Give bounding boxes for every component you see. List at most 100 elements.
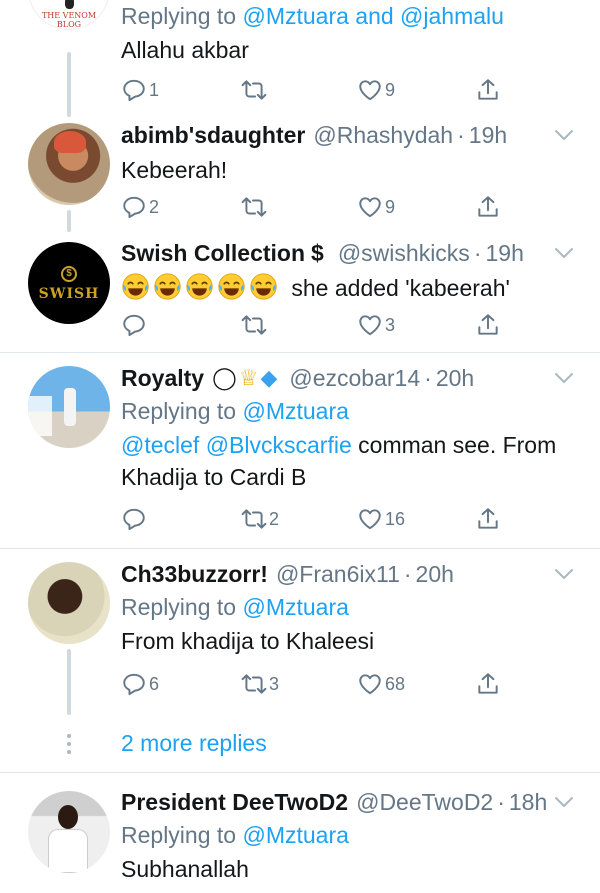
timestamp[interactable]: 19h (469, 120, 507, 150)
reply-button[interactable] (121, 312, 149, 338)
like-count: 16 (385, 508, 406, 529)
reply-icon (121, 671, 147, 697)
tweet-actions: 3 (121, 312, 541, 342)
timestamp[interactable]: 20h (436, 363, 474, 393)
heart-icon (357, 671, 383, 697)
avatar[interactable]: THE VENOM BLOG (28, 0, 110, 30)
heart-icon (357, 194, 383, 220)
dollar-coin-icon: $ (61, 266, 77, 282)
share-button[interactable] (475, 312, 501, 338)
reply-context: Replying to @Mztuara and @jahmalu (121, 3, 504, 29)
tweet-text: Subhanallah (121, 856, 249, 882)
tweet-ch33buzzorr[interactable]: Ch33buzzorr! @Fran6ix11 · 20h Replying t… (0, 549, 600, 771)
handle[interactable]: @Fran6ix11 (276, 559, 400, 589)
like-button[interactable]: 16 (357, 506, 405, 532)
more-replies-dots-icon (66, 734, 72, 758)
reply-icon (121, 312, 147, 338)
like-button[interactable]: 9 (357, 77, 395, 103)
avatar[interactable] (28, 791, 110, 873)
handle[interactable]: @swishkicks (338, 238, 470, 268)
display-name[interactable]: Royalty (121, 363, 204, 393)
reply-mention[interactable]: @Mztuara (242, 594, 348, 620)
like-button[interactable]: 68 (357, 671, 405, 697)
tweet-text: @teclef @Blvckscarfie comman see. From K… (121, 432, 557, 490)
reply-count: 2 (149, 196, 160, 217)
tweet-header: Royalty ◯ ♕ ◆ @ezcobar14 · 20h (121, 363, 475, 393)
share-icon (475, 194, 501, 220)
handle[interactable]: @DeeTwoD2 (356, 787, 493, 817)
handle[interactable]: @Rhashydah (313, 120, 453, 150)
avatar-wall (28, 396, 52, 436)
tears-of-joy-emoji-icon (217, 272, 246, 301)
retweet-button[interactable] (241, 312, 269, 338)
retweet-button[interactable] (241, 77, 269, 103)
tweet-royalty[interactable]: Royalty ◯ ♕ ◆ @ezcobar14 · 20h Replying … (0, 353, 600, 548)
retweet-button[interactable]: 3 (241, 671, 279, 697)
chevron-down-icon[interactable] (552, 565, 576, 583)
reply-mention[interactable]: @Mztuara and @jahmalu (242, 3, 503, 29)
tweet-abimbsdaughter[interactable]: abimb'sdaughter @Rhashydah · 19h Kebeera… (0, 116, 600, 234)
dollar-sign-emoji: $ (311, 240, 324, 266)
tweet-header: abimb'sdaughter @Rhashydah · 19h (121, 120, 508, 150)
reply-context: Replying to @Mztuara (121, 822, 349, 848)
retweet-button[interactable]: 2 (241, 506, 279, 532)
avatar-caption: THE VENOM BLOG (41, 11, 97, 29)
avatar-shirt (48, 829, 88, 873)
retweet-icon (241, 671, 267, 697)
tweet-venom-blog[interactable]: THE VENOM BLOG Replying to @Mztuara and … (0, 0, 600, 117)
thread-line (67, 649, 71, 715)
display-name[interactable]: President DeeTwoD2 (121, 787, 348, 817)
like-button[interactable]: 3 (357, 312, 395, 338)
share-button[interactable] (475, 671, 501, 697)
share-button[interactable] (475, 506, 501, 532)
share-icon (475, 671, 501, 697)
reply-mention[interactable]: @Mztuara (242, 822, 348, 848)
chevron-down-icon[interactable] (552, 369, 576, 387)
mention-links[interactable]: @teclef @Blvckscarfie (121, 432, 352, 458)
reply-button[interactable]: 6 (121, 671, 159, 697)
share-button[interactable] (475, 77, 501, 103)
like-button[interactable]: 9 (357, 194, 395, 220)
display-name[interactable]: abimb'sdaughter (121, 120, 305, 150)
display-name[interactable]: Swish Collection (121, 238, 305, 268)
tweet-president-deetwod2[interactable]: President DeeTwoD2 @DeeTwoD2 · 18h Reply… (0, 773, 600, 893)
chevron-down-icon[interactable] (552, 126, 576, 144)
retweet-icon (241, 312, 267, 338)
avatar[interactable]: $ SWISH (28, 242, 110, 324)
reply-button[interactable]: 2 (121, 194, 159, 220)
timestamp[interactable]: 19h (485, 238, 523, 268)
tweet-actions: 6 3 68 (121, 671, 541, 701)
reply-icon (121, 77, 147, 103)
display-name[interactable]: Ch33buzzorr! (121, 559, 268, 589)
reply-count: 6 (149, 673, 160, 694)
tweet-swish-collection[interactable]: $ SWISH Swish Collection $ @swishkicks ·… (0, 234, 600, 352)
avatar[interactable] (28, 562, 110, 644)
avatar[interactable] (28, 123, 110, 205)
retweet-count: 3 (269, 673, 280, 694)
like-count: 68 (385, 673, 406, 694)
tweet-actions: 1 9 (121, 77, 541, 107)
tears-of-joy-emoji-icon (121, 272, 150, 301)
thread-line (67, 210, 71, 232)
tweet-text: Allahu akbar (121, 37, 249, 63)
tears-of-joy-emoji-icon (153, 272, 182, 301)
chevron-down-icon[interactable] (552, 793, 576, 811)
reply-mention[interactable]: @Mztuara (242, 398, 348, 424)
reply-button[interactable]: 1 (121, 77, 159, 103)
avatar[interactable] (28, 366, 110, 448)
reply-button[interactable] (121, 506, 149, 532)
tweet-header: Ch33buzzorr! @Fran6ix11 · 20h (121, 559, 454, 589)
tweet-text-line: she added 'kabeerah' (121, 272, 576, 304)
reply-count: 1 (149, 79, 160, 100)
timestamp[interactable]: 18h (509, 787, 547, 817)
more-replies-link[interactable]: 2 more replies (121, 730, 267, 757)
tweet-text: From khadija to Khaleesi (121, 628, 375, 654)
share-icon (475, 77, 501, 103)
share-button[interactable] (475, 194, 501, 220)
chevron-down-icon[interactable] (552, 244, 576, 262)
venom-logo-icon (65, 0, 74, 9)
retweet-button[interactable] (241, 194, 269, 220)
handle[interactable]: @ezcobar14 (289, 363, 420, 393)
timestamp[interactable]: 20h (416, 559, 454, 589)
heart-icon (357, 506, 383, 532)
